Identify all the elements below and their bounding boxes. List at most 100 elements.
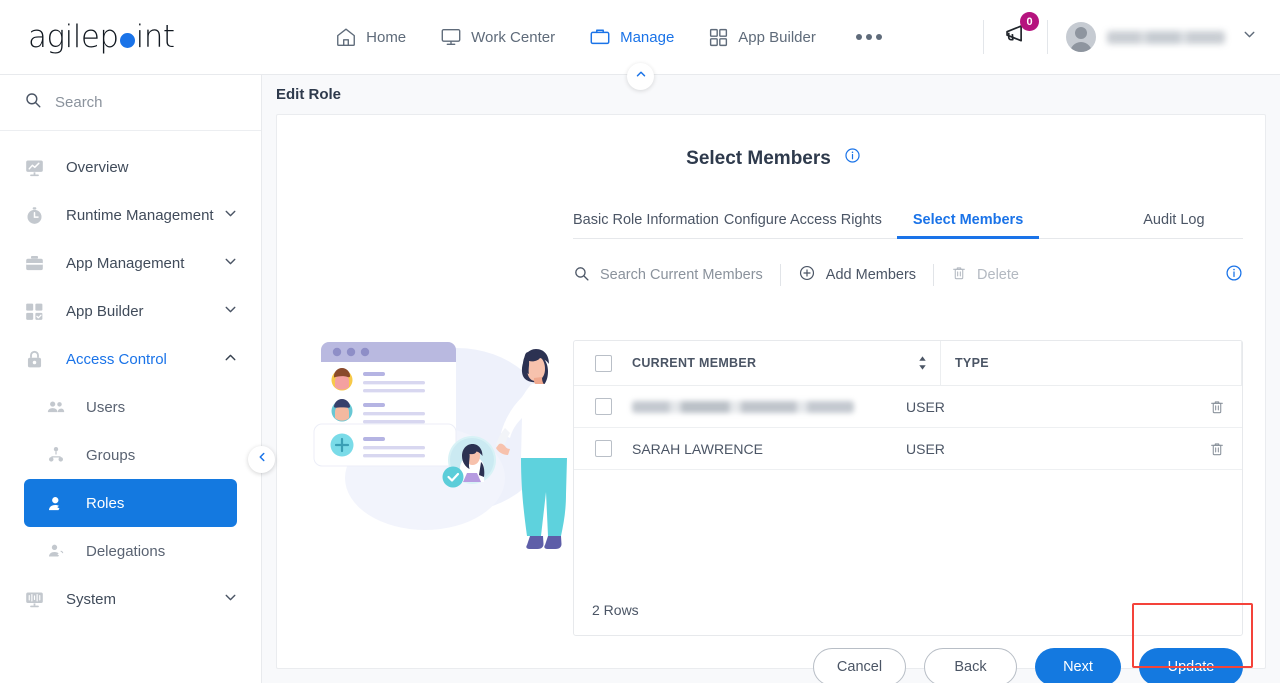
sidebar-item-users[interactable]: Users: [0, 383, 261, 431]
sidebar-item-system[interactable]: System: [0, 575, 261, 623]
notification-badge: 0: [1020, 12, 1039, 31]
current-members-table: CURRENT MEMBER TYPE USER SARAH LAWRENCE …: [573, 340, 1243, 636]
sidebar-label-users: Users: [86, 398, 126, 416]
add-members-button[interactable]: Add Members: [798, 264, 916, 286]
row-delete-button[interactable]: [1192, 441, 1242, 457]
search-current-members-input[interactable]: Search Current Members: [573, 265, 763, 286]
sidebar-item-app-builder[interactable]: App Builder: [0, 287, 261, 335]
page-title-bar: Edit Role: [262, 75, 1280, 114]
checkbox-icon[interactable]: [594, 354, 612, 372]
divider: [779, 264, 781, 286]
header-collapse-button[interactable]: [627, 63, 654, 90]
divider-2: [933, 264, 935, 286]
trash-icon: [951, 265, 967, 285]
system-monitor-icon: [24, 589, 50, 610]
table-row[interactable]: SARAH LAWRENCE USER: [574, 428, 1242, 470]
user-name-redacted: [1107, 30, 1225, 44]
tab-basic-role-information[interactable]: Basic Role Information: [573, 212, 719, 238]
chevron-down-icon[interactable]: [222, 589, 239, 610]
column-divider-2: [1241, 340, 1242, 386]
content-area: Edit Role Select Members Basic Role Info…: [262, 63, 1280, 683]
add-members-label: Add Members: [825, 267, 917, 283]
wizard-tabs: Basic Role Information Configure Access …: [573, 201, 1243, 239]
nav-item-app-builder[interactable]: App Builder: [708, 27, 816, 48]
app-root: agilep int Home Work Center Manage App B…: [0, 0, 1280, 683]
sort-icon[interactable]: [917, 355, 928, 371]
sidebar-item-delegations[interactable]: Delegations: [0, 527, 261, 575]
row-delete-button[interactable]: [1192, 399, 1242, 415]
row-count-label: 2 Rows: [592, 602, 639, 618]
cell-member-name: SARAH LAWRENCE: [632, 440, 763, 457]
cell-member-type: USER: [906, 440, 945, 457]
nav-item-manage[interactable]: Manage: [589, 26, 674, 48]
back-button[interactable]: Back: [924, 648, 1017, 683]
sidebar-item-app-management[interactable]: App Management: [0, 239, 261, 287]
checkbox-icon[interactable]: [594, 440, 612, 457]
tab-configure-access-rights[interactable]: Configure Access Rights: [724, 212, 882, 238]
chevron-left-icon: [255, 450, 269, 469]
sidebar-search-placeholder: Search: [55, 94, 103, 111]
wizard-button-bar: Cancel Back Next Update: [573, 645, 1243, 683]
chart-monitor-icon: [24, 157, 50, 178]
search-icon: [24, 91, 42, 114]
nav-label-work-center: Work Center: [471, 28, 556, 46]
briefcase-icon: [589, 26, 611, 48]
sidebar-item-groups[interactable]: Groups: [0, 431, 261, 479]
divider: [983, 20, 984, 54]
column-header-current-member[interactable]: CURRENT MEMBER: [632, 355, 940, 371]
chevron-down-icon[interactable]: [222, 301, 239, 322]
role-user-icon: [46, 493, 72, 514]
chevron-down-icon[interactable]: [222, 205, 239, 226]
nav-item-home[interactable]: Home: [335, 26, 406, 48]
panel-title-text: Select Members: [686, 147, 831, 169]
update-button[interactable]: Update: [1139, 648, 1243, 683]
grid-check-icon: [24, 301, 50, 322]
logo-text-part1: agilep: [28, 19, 119, 55]
monitor-icon: [440, 26, 462, 48]
info-icon[interactable]: [1225, 264, 1243, 287]
plus-circle-icon: [798, 264, 816, 286]
user-avatar-icon[interactable]: [1066, 22, 1096, 52]
sidebar-label-app-management: App Management: [66, 254, 185, 272]
chevron-down-icon[interactable]: [222, 253, 239, 274]
cell-member-name: [632, 400, 892, 413]
nav-item-work-center[interactable]: Work Center: [440, 26, 555, 48]
ellipsis-icon[interactable]: [850, 34, 888, 40]
sidebar-item-runtime-management[interactable]: Runtime Management: [0, 191, 261, 239]
dot-3: [875, 34, 882, 40]
sidebar-label-roles: Roles: [86, 494, 125, 512]
table-row[interactable]: USER: [574, 386, 1242, 428]
stopwatch-icon: [24, 205, 50, 226]
column-label-current-member: CURRENT MEMBER: [632, 356, 757, 370]
nav-label-home: Home: [366, 28, 407, 46]
sidebar-item-overview[interactable]: Overview: [0, 143, 261, 191]
sidebar-search[interactable]: Search: [0, 75, 261, 131]
delegation-user-icon: [46, 541, 72, 561]
tab-select-members[interactable]: Select Members: [896, 212, 1040, 239]
sidebar: Search Overview Runtime Management App M…: [0, 75, 275, 683]
megaphone-icon: [1002, 25, 1029, 52]
nav-label-manage: Manage: [620, 28, 675, 46]
next-button[interactable]: Next: [1035, 648, 1121, 683]
member-name-redacted: [632, 400, 854, 413]
nav-label-app-builder: App Builder: [738, 28, 816, 46]
sidebar-item-roles[interactable]: Roles: [24, 479, 237, 527]
agilepoint-logo[interactable]: agilep int: [28, 19, 218, 55]
divider-2: [1047, 20, 1048, 54]
logo-text-part2: int: [135, 19, 175, 55]
sidebar-collapse-button[interactable]: [248, 446, 275, 473]
notifications-button[interactable]: 0: [1002, 12, 1039, 53]
panel-header: Select Members: [277, 147, 1265, 170]
chevron-up-icon[interactable]: [222, 349, 239, 370]
chevron-down-icon[interactable]: [1241, 26, 1258, 48]
info-icon[interactable]: [844, 147, 861, 170]
group-icon: [46, 445, 72, 465]
cancel-button[interactable]: Cancel: [813, 648, 906, 683]
tab-audit-log[interactable]: Audit Log: [1143, 212, 1204, 238]
sidebar-label-groups: Groups: [86, 446, 136, 464]
table-header-row: CURRENT MEMBER TYPE: [574, 340, 1242, 386]
sidebar-label-access-control: Access Control: [66, 350, 167, 368]
sidebar-item-access-control[interactable]: Access Control: [0, 335, 261, 383]
checkbox-icon[interactable]: [594, 398, 612, 415]
delete-button[interactable]: Delete: [951, 265, 1019, 285]
